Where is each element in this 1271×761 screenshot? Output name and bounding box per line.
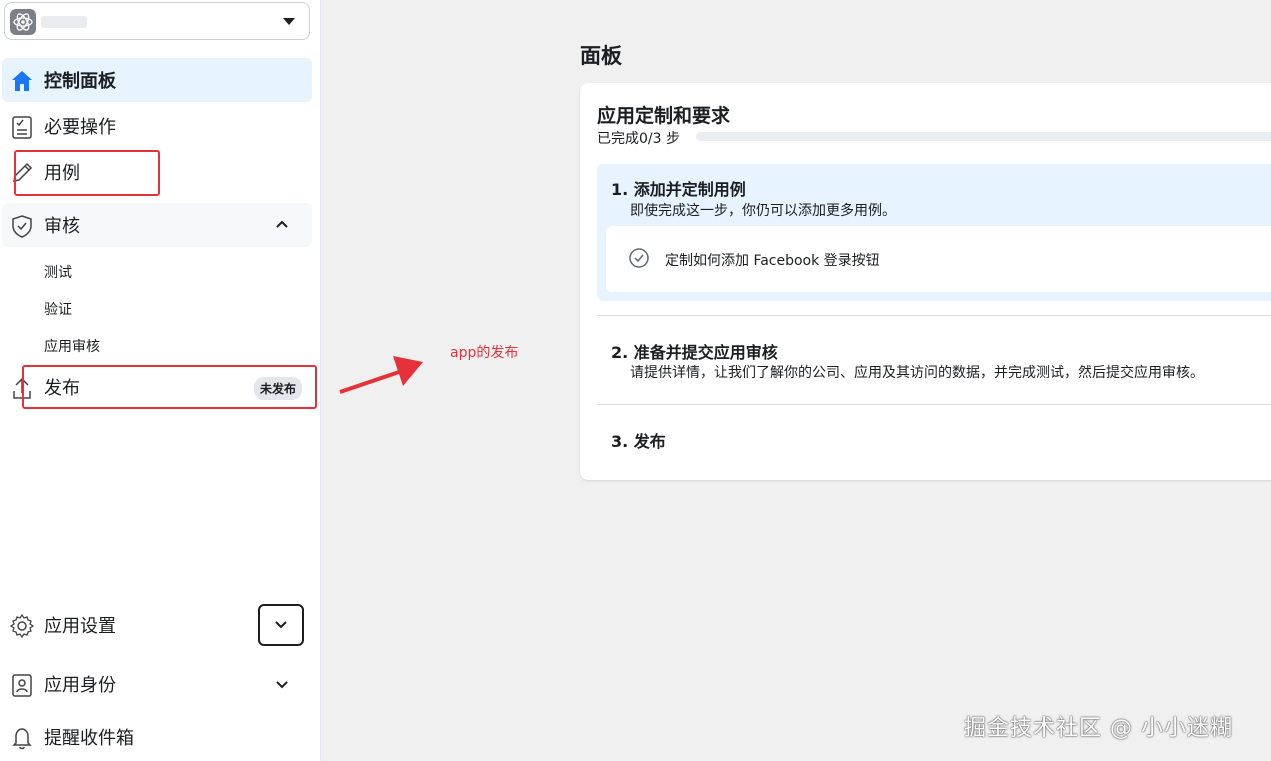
sidebar-item-label: 审核 [44,216,80,237]
divider [597,404,1271,405]
highlight-box-use-cases [14,150,160,196]
sidebar-subitem-testing[interactable]: 测试 [44,262,72,282]
task-label: 定制如何添加 Facebook 登录按钮 [665,253,880,269]
sidebar-item-alerts-inbox[interactable]: 提醒收件箱 [2,715,312,759]
step-title-publish[interactable]: 3. 发布 [611,428,666,452]
sidebar-subitem-verification[interactable]: 验证 [44,299,72,319]
card-title: 应用定制和要求 [597,105,731,127]
annotation-label: app的发布 [450,345,519,361]
check-circle-icon [628,247,650,269]
step-description: 请提供详情，让我们了解你的公司、应用及其访问的数据，并完成测试，然后提交应用审核… [630,365,1204,381]
shield-check-icon [9,213,35,239]
progress-text: 已完成0/3 步 [597,131,680,147]
sidebar-subitem-app-review[interactable]: 应用审核 [44,336,100,356]
checklist-icon [9,114,35,140]
chevron-down-icon[interactable] [274,676,290,692]
divider [597,315,1271,316]
sidebar-item-required-actions[interactable]: 必要操作 [2,104,312,148]
progress-bar [696,132,1271,141]
watermark: 掘金技术社区 @ 小小迷糊 [964,716,1233,741]
sidebar-item-review[interactable]: 审核 [2,203,312,247]
sidebar-item-label: 必要操作 [44,117,116,138]
bell-icon [9,725,35,751]
sidebar-item-dashboard[interactable]: 控制面板 [2,58,312,102]
gear-icon [9,613,35,639]
requirements-card: 应用定制和要求 已完成0/3 步 1. 添加并定制用例 即使完成这一步，你仍可以… [580,83,1271,480]
sidebar-item-app-identity[interactable]: 应用身份 [2,662,312,706]
sidebar-item-label: 应用身份 [44,675,116,696]
sidebar-item-label: 提醒收件箱 [44,728,134,749]
home-icon [9,68,35,94]
caret-down-icon[interactable] [283,18,295,25]
expand-settings-button[interactable] [258,604,304,646]
highlight-box-publish [22,365,317,409]
app-selector[interactable] [4,2,310,40]
chevron-down-icon [275,621,287,629]
step-title-app-review[interactable]: 2. 准备并提交应用审核 [611,339,778,363]
step-description: 即使完成这一步，你仍可以添加更多用例。 [630,203,896,219]
chevron-up-icon[interactable] [274,217,290,233]
page-title: 面板 [580,44,622,68]
step-add-use-case[interactable]: 1. 添加并定制用例 即使完成这一步，你仍可以添加更多用例。 定制如何添加 Fa… [597,164,1271,301]
step-title: 1. 添加并定制用例 [611,180,746,199]
annotation-arrow-icon [339,356,423,394]
app-name [41,16,87,28]
atom-icon [10,9,36,35]
task-item[interactable]: 定制如何添加 Facebook 登录按钮 [606,226,1271,292]
sidebar-item-label: 应用设置 [44,616,116,637]
sidebar-item-label: 控制面板 [44,71,116,92]
id-card-icon [9,672,35,698]
